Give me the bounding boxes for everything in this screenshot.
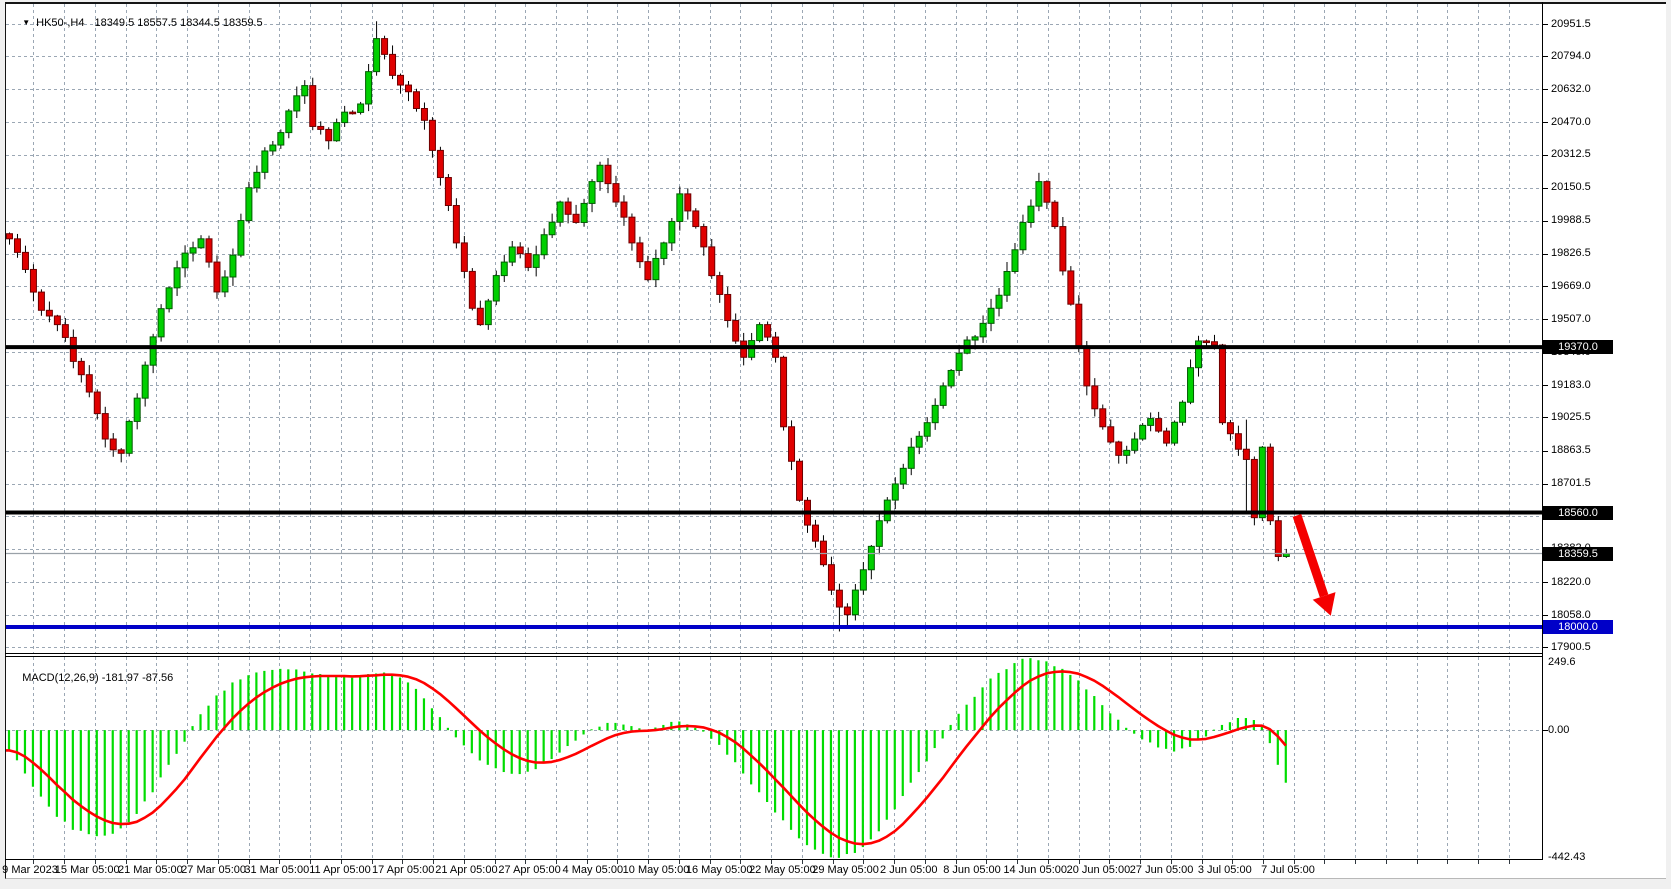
time-tick-label: 17 Apr 05:00: [372, 864, 434, 877]
level-price-badge: 18000.0: [1543, 620, 1613, 634]
time-tick-label: 29 May 05:00: [812, 864, 879, 877]
time-tick-label: 4 May 05:00: [563, 864, 624, 877]
horizontal-level-lines[interactable]: [6, 347, 1542, 627]
bid-price-badge: 18359.5: [1543, 547, 1613, 561]
price-tick-label: 19183.0: [1551, 379, 1591, 392]
time-tick-label: 27 Jun 05:00: [1130, 864, 1194, 877]
price-tick-label: 20150.5: [1551, 181, 1591, 194]
trading-chart-window: ▼ HK50-,H4 18349.5 18557.5 18344.5 18359.5…: [0, 0, 1671, 889]
symbol-timeframe-label: HK50-,H4: [36, 17, 84, 29]
symbol-dropdown-icon[interactable]: ▼: [22, 18, 30, 27]
macd-values: -181.97 -87.56: [102, 672, 174, 684]
macd-axis-min: -442.43: [1548, 851, 1585, 864]
time-tick-label: 3 Jul 05:00: [1198, 864, 1252, 877]
time-tick-label: 20 Jun 05:00: [1067, 864, 1131, 877]
price-tick-label: 20794.0: [1551, 50, 1591, 63]
price-tick-label: 20312.5: [1551, 148, 1591, 161]
time-tick-label: 27 Mar 05:00: [181, 864, 246, 877]
macd-axis-max: 249.6: [1548, 656, 1576, 669]
macd-name: MACD(12,26,9): [22, 672, 98, 684]
price-tick-label: 17900.5: [1551, 641, 1591, 654]
panel-borders: [5, 2, 1548, 864]
time-tick-label: 14 Jun 05:00: [1003, 864, 1067, 877]
time-tick-label: 11 Apr 05:00: [309, 864, 371, 877]
price-tick-label: 18220.0: [1551, 576, 1591, 589]
price-tick-label: 20470.0: [1551, 116, 1591, 129]
price-tick-label: 19988.5: [1551, 214, 1591, 227]
time-tick-label: 8 Jun 05:00: [943, 864, 1001, 877]
level-price-badge: 19370.0: [1543, 340, 1613, 354]
time-tick-label: 31 Mar 05:00: [244, 864, 309, 877]
time-tick-label: 9 Mar 2023: [2, 864, 58, 877]
ohlc-quote-values: 18349.5 18557.5 18344.5 18359.5: [94, 17, 262, 29]
time-tick-label: 10 May 05:00: [623, 864, 690, 877]
down-arrow-annotation[interactable]: [1297, 515, 1336, 615]
price-tick-label: 19669.0: [1551, 280, 1591, 293]
price-tick-label: 19507.0: [1551, 313, 1591, 326]
time-tick-label: 21 Apr 05:00: [435, 864, 497, 877]
price-tick-label: 18863.5: [1551, 444, 1591, 457]
price-tick-label: 20632.0: [1551, 83, 1591, 96]
symbol-quote-bar: ▼ HK50-,H4 18349.5 18557.5 18344.5 18359.5: [10, 5, 263, 41]
time-tick-label: 2 Jun 05:00: [880, 864, 938, 877]
time-tick-label: 16 May 05:00: [686, 864, 753, 877]
macd-axis-zero: 0.00: [1548, 724, 1569, 737]
price-tick-label: 20951.5: [1551, 18, 1591, 31]
price-tick-label: 19826.5: [1551, 247, 1591, 260]
time-tick-label: 27 Apr 05:00: [498, 864, 560, 877]
time-tick-label: 15 Mar 05:00: [55, 864, 120, 877]
time-tick-label: 7 Jul 05:00: [1261, 864, 1315, 877]
level-price-badge: 18560.0: [1543, 506, 1613, 520]
price-tick-label: 18701.5: [1551, 477, 1591, 490]
time-tick-label: 21 Mar 05:00: [118, 864, 183, 877]
chart-canvas[interactable]: [0, 0, 1671, 889]
time-tick-label: 22 May 05:00: [749, 864, 816, 877]
price-tick-label: 19025.5: [1551, 411, 1591, 424]
macd-indicator-label: MACD(12,26,9) -181.97 -87.56: [10, 660, 173, 696]
candlesticks: [7, 21, 1290, 631]
